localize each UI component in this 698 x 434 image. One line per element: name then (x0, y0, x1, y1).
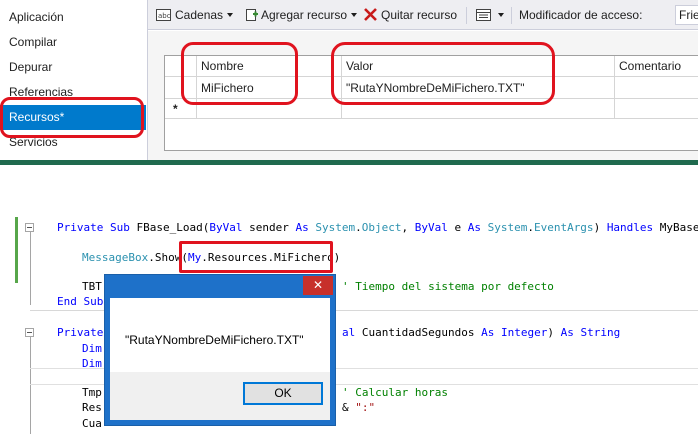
tab-compilar[interactable]: Compilar (0, 30, 146, 55)
code-line: End Sub (57, 295, 104, 308)
column-header-comentario[interactable]: Comentario (615, 56, 698, 77)
svg-text:abc: abc (158, 12, 171, 20)
code-line: & ":" (342, 401, 376, 414)
access-modifier-select[interactable]: Friend (675, 5, 698, 25)
strings-abc-icon: abc (156, 8, 171, 22)
resources-designer: Aplicación Compilar Depurar Referencias … (0, 0, 698, 163)
code-line: Private (57, 326, 104, 339)
code-line: Tmp (82, 386, 102, 399)
strings-dropdown[interactable]: Cadenas (175, 0, 223, 30)
row-header[interactable] (165, 77, 197, 99)
chevron-down-icon[interactable] (498, 13, 504, 17)
add-resource-button[interactable]: Agregar recurso (261, 0, 347, 30)
resources-toolbar: abc Cadenas Agregar recurso Quitar recur… (148, 0, 698, 30)
change-marker (15, 217, 18, 283)
add-resource-icon (244, 8, 259, 22)
red-x-icon (363, 8, 378, 22)
cell-value[interactable]: "RutaYNombreDeMiFichero.TXT" (342, 77, 615, 99)
tab-aplicacion[interactable]: Aplicación (0, 5, 146, 30)
outline-line (30, 223, 31, 305)
cell-name[interactable]: MiFichero (197, 77, 342, 99)
code-line: MessageBox.Show(My.Resources.MiFichero) (82, 251, 341, 264)
code-line: Cua (82, 417, 102, 430)
collapse-icon[interactable] (25, 328, 34, 337)
dialog-footer: OK (110, 372, 330, 420)
new-row-value-cell[interactable] (342, 99, 615, 119)
tab-referencias[interactable]: Referencias (0, 80, 146, 105)
tab-depurar[interactable]: Depurar (0, 55, 146, 80)
dialog-content: "RutaYNombreDeMiFichero.TXT" (110, 298, 330, 372)
project-properties-tabs: Aplicación Compilar Depurar Referencias … (0, 0, 148, 163)
dialog-title-bar[interactable] (105, 275, 335, 297)
resource-grid: Nombre Valor Comentario MiFichero "RutaY… (164, 55, 698, 151)
code-line: al CuantidadSegundos As Integer) As Stri… (342, 326, 621, 339)
code-line: Private Sub FBase_Load(ByVal sender As S… (57, 221, 698, 234)
new-row-marker[interactable]: * (165, 99, 197, 119)
code-line: Dim (82, 342, 102, 355)
view-grid-icon (476, 8, 491, 22)
collapse-icon[interactable] (25, 223, 34, 232)
chevron-down-icon[interactable] (351, 13, 357, 17)
code-comment: ' Tiempo del sistema por defecto (342, 280, 554, 293)
code-line: Dim (82, 357, 102, 370)
cell-comment[interactable] (615, 77, 698, 99)
close-icon[interactable]: ✕ (303, 276, 333, 295)
new-row-comment-cell[interactable] (615, 99, 698, 119)
new-row-name-cell[interactable] (197, 99, 342, 119)
column-header-nombre[interactable]: Nombre (197, 56, 342, 77)
grid-corner (165, 56, 197, 77)
chevron-down-icon[interactable] (227, 13, 233, 17)
message-box-dialog: ✕ "RutaYNombreDeMiFichero.TXT" OK (104, 274, 336, 426)
access-modifier-label: Modificador de acceso: (519, 8, 643, 22)
code-line: TBT (82, 280, 102, 293)
code-line: Res (82, 401, 102, 414)
remove-resource-button[interactable]: Quitar recurso (381, 0, 457, 30)
grid-area: Nombre Valor Comentario MiFichero "RutaY… (148, 31, 698, 163)
dialog-message: "RutaYNombreDeMiFichero.TXT" (125, 333, 304, 347)
toolbar-separator (511, 7, 512, 24)
ok-button[interactable]: OK (243, 382, 323, 405)
column-header-valor[interactable]: Valor (342, 56, 615, 77)
tab-recursos[interactable]: Recursos* (0, 105, 146, 130)
tab-servicios[interactable]: Servicios (0, 130, 146, 155)
code-comment: ' Calcular horas (342, 386, 448, 399)
toolbar-separator (466, 7, 467, 24)
